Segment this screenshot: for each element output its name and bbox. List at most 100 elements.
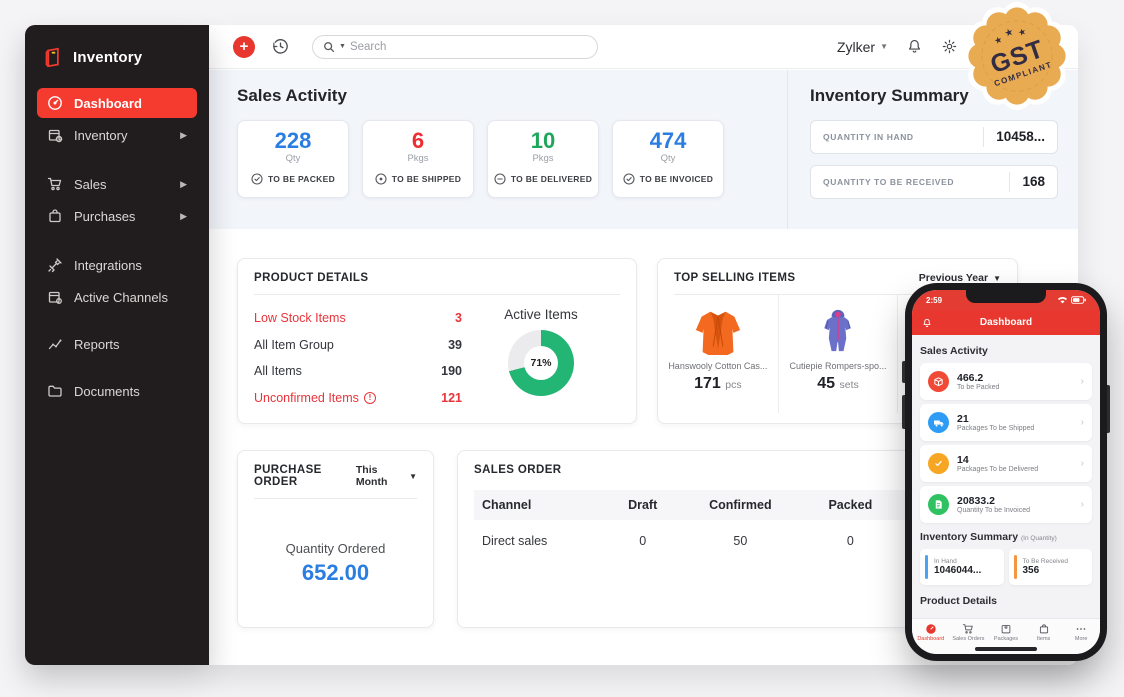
search-bar[interactable]: ▼ (312, 35, 598, 59)
chevron-right-icon: ▶ (180, 130, 187, 141)
sales-activity-card-to-be-packed[interactable]: 228 Qty TO BE PACKED (237, 120, 349, 198)
search-icon (323, 41, 335, 53)
battery-icon (1071, 296, 1086, 304)
sidebar-item-integrations[interactable]: Integrations (37, 250, 197, 280)
metric-unit: Qty (661, 153, 676, 164)
sidebar-item-active-channels[interactable]: Active Channels (37, 282, 197, 312)
tab-sales-orders[interactable]: Sales Orders (950, 623, 988, 642)
truck-icon (928, 412, 949, 433)
check-circle-icon (251, 173, 263, 185)
accent-bar (925, 555, 928, 579)
row-label: Unconfirmed Items (254, 391, 359, 405)
tab-label: Dashboard (917, 636, 944, 642)
metric-label: To Be Received (1023, 558, 1069, 565)
active-items-donut[interactable]: 71% (508, 330, 574, 396)
box-icon (928, 371, 949, 392)
tab-label: Items (1037, 636, 1050, 642)
phone-mockup: 2:59 Dashboard Sales Activity 466.2 To b… (905, 283, 1107, 661)
settings-gear-icon[interactable] (941, 38, 958, 55)
sidebar-item-label: Reports (74, 337, 120, 352)
inventory-subtitle: (In Quantity) (1021, 535, 1057, 542)
metric-value: 228 (275, 129, 312, 152)
phone-sales-activity-title: Sales Activity (920, 345, 1092, 357)
top-selling-item[interactable]: Hanswooly Cotton Cas... 171 pcs (658, 295, 778, 413)
tab-dashboard[interactable]: Dashboard (912, 623, 950, 642)
row-value: 39 (448, 338, 462, 352)
sidebar-item-label: Dashboard (74, 96, 142, 111)
quantity-to-be-received-row[interactable]: QUANTITY TO BE RECEIVED 168 (810, 165, 1058, 199)
summary-label: QUANTITY IN HAND (823, 132, 914, 142)
all-items-row[interactable]: All Items 190 (254, 358, 462, 385)
gst-compliant-badge: ★ ★ ★ GST COMPLIANT (963, 2, 1071, 110)
purchase-order-card: PURCHASE ORDER This Month ▼ Quantity Ord… (237, 450, 434, 628)
top-selling-item[interactable]: Cutiepie Rompers-spo... 45 sets (778, 295, 898, 413)
phone-volume-button (902, 361, 905, 383)
active-items-label: Active Items (504, 307, 578, 322)
phone-in-hand-card[interactable]: In Hand 1046044... (920, 549, 1004, 585)
unconfirmed-items-row[interactable]: Unconfirmed Items ! 121 (254, 385, 462, 412)
metric-value: 1046044... (934, 565, 981, 576)
bag-icon (1038, 623, 1050, 635)
metric-label: In Hand (934, 558, 981, 565)
sidebar-item-reports[interactable]: Reports (37, 329, 197, 359)
search-scope-caret-icon[interactable]: ▼ (339, 43, 346, 50)
quantity-in-hand-row[interactable]: QUANTITY IN HAND 10458... (810, 120, 1058, 154)
phone-card-to-be-packed[interactable]: 466.2 To be Packed › (920, 363, 1092, 400)
quantity-ordered-value: 652.00 (238, 560, 433, 586)
folder-icon (47, 383, 63, 399)
sidebar-item-purchases[interactable]: Purchases ▶ (37, 201, 197, 231)
dot-circle-icon (375, 173, 387, 185)
phone-card-to-be-shipped[interactable]: 21 Packages To be Shipped › (920, 404, 1092, 441)
quantity-ordered-label: Quantity Ordered (238, 541, 433, 556)
sidebar-item-sales[interactable]: Sales ▶ (37, 169, 197, 199)
sidebar: Inventory Dashboard Inventory ▶ (25, 25, 209, 665)
item-unit: sets (840, 379, 859, 391)
chevron-right-icon: ▶ (180, 179, 187, 190)
dashboard-icon (47, 95, 63, 111)
sidebar-item-label: Purchases (74, 209, 135, 224)
tab-items[interactable]: Items (1025, 623, 1063, 642)
row-label: All Items (254, 364, 302, 378)
metric-label: Packages To be Delivered (957, 466, 1038, 473)
chart-icon (47, 336, 63, 352)
sales-activity-card-to-be-shipped[interactable]: 6 Pkgs TO BE SHIPPED (362, 120, 474, 198)
metric-label: To be Packed (957, 384, 999, 391)
sales-activity-card-to-be-delivered[interactable]: 10 Pkgs TO BE DELIVERED (487, 120, 599, 198)
sidebar-item-inventory[interactable]: Inventory ▶ (37, 120, 197, 150)
tab-label: Sales Orders (952, 636, 984, 642)
tab-more[interactable]: More (1062, 623, 1100, 642)
org-switcher[interactable]: Zylker ▼ (837, 39, 888, 55)
sales-activity-card-to-be-invoiced[interactable]: 474 Qty TO BE INVOICED (612, 120, 724, 198)
chevron-right-icon: ▶ (180, 211, 187, 222)
phone-card-to-be-invoiced[interactable]: 20833.2 Quantity To be Invoiced › (920, 486, 1092, 523)
period-filter-dropdown[interactable]: This Month ▼ (356, 464, 417, 488)
bell-icon[interactable] (922, 318, 932, 328)
quick-create-button[interactable]: + (233, 36, 255, 58)
check-circle-icon (623, 173, 635, 185)
channels-icon (47, 289, 63, 305)
metric-label: Quantity To be Invoiced (957, 507, 1030, 514)
tab-packages[interactable]: Packages (987, 623, 1025, 642)
info-icon[interactable]: ! (364, 392, 376, 404)
chevron-right-icon: › (1081, 417, 1084, 428)
recent-history-icon[interactable] (271, 37, 290, 56)
item-unit: pcs (725, 379, 741, 391)
col-confirmed: Confirmed (677, 490, 803, 520)
chevron-right-icon: › (1081, 458, 1084, 469)
package-icon (1000, 623, 1012, 635)
card-title: SALES ORDER (474, 464, 561, 476)
sidebar-item-documents[interactable]: Documents (37, 376, 197, 406)
summary-value: 10458... (983, 127, 1045, 147)
sales-activity-title: Sales Activity (237, 86, 787, 106)
cart-icon (962, 623, 974, 635)
phone-card-to-be-delivered[interactable]: 14 Packages To be Delivered › (920, 445, 1092, 482)
cardigan-product-image (689, 303, 747, 359)
col-channel: Channel (474, 490, 608, 520)
sidebar-item-dashboard[interactable]: Dashboard (37, 88, 197, 118)
all-item-group-row[interactable]: All Item Group 39 (254, 332, 462, 359)
phone-to-be-received-card[interactable]: To Be Received 356 (1009, 549, 1093, 585)
item-name: Hanswooly Cotton Cas... (668, 361, 767, 371)
low-stock-items-row[interactable]: Low Stock Items 3 (254, 305, 462, 332)
notifications-bell-icon[interactable] (906, 38, 923, 55)
search-input[interactable] (350, 41, 587, 53)
